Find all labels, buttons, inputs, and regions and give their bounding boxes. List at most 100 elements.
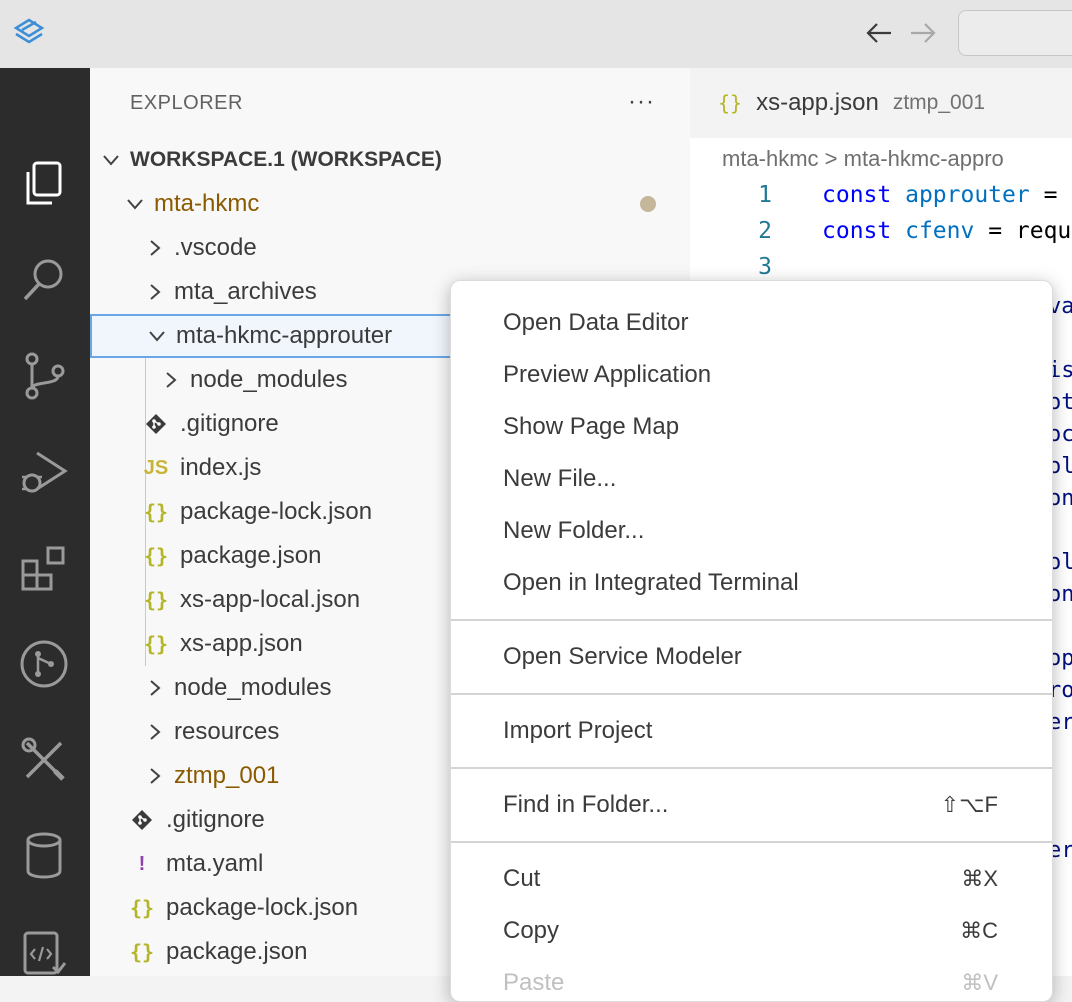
tree-item[interactable]: WORKSPACE.1 (WORKSPACE) <box>90 138 690 182</box>
tree-item-label: WORKSPACE.1 (WORKSPACE) <box>130 148 442 171</box>
tree-item-label: package-lock.json <box>180 498 373 525</box>
tree-item-label: xs-app-local.json <box>180 586 361 613</box>
chevron-right-icon[interactable] <box>144 677 166 699</box>
menu-item-copy[interactable]: Copy ⌘C <box>451 905 1052 957</box>
chevron-down-icon[interactable] <box>146 325 168 347</box>
explorer-title: EXPLORER <box>130 92 243 114</box>
menu-item-shortcut: ⌘V <box>961 970 998 995</box>
menu-item-label: Preview Application <box>503 361 712 388</box>
menu-item-find-in-folder[interactable]: Find in Folder... ⇧⌥F <box>451 779 1052 831</box>
source-control-icon[interactable] <box>14 346 74 406</box>
tree-item-label: node_modules <box>190 366 348 393</box>
tree-item-label: xs-app.json <box>180 630 303 657</box>
menu-item-label: Open Service Modeler <box>503 643 742 670</box>
menu-item-label: Import Project <box>503 717 653 744</box>
chevron-right-icon[interactable] <box>144 237 166 259</box>
more-actions-icon[interactable]: ··· <box>628 88 655 116</box>
tools-icon[interactable] <box>14 730 74 790</box>
tree-item[interactable]: .vscode <box>90 226 690 270</box>
tree-item-label: mta-hkmc <box>154 190 260 217</box>
search-icon[interactable] <box>14 250 74 310</box>
json-file-icon: {} <box>143 544 169 568</box>
chevron-down-icon[interactable] <box>124 193 146 215</box>
menu-item-label: New Folder... <box>503 517 645 544</box>
tree-item[interactable]: mta-hkmc <box>90 182 690 226</box>
explorer-icon[interactable] <box>14 154 74 214</box>
menu-item-shortcut: ⇧⌥F <box>940 792 998 817</box>
menu-item-import-project[interactable]: Import Project <box>451 705 1052 757</box>
json-file-icon: {} <box>129 896 155 920</box>
menu-item-label: Open in Integrated Terminal <box>503 569 799 596</box>
menu-item-new-file[interactable]: New File... <box>451 453 1052 505</box>
command-center-search[interactable] <box>958 10 1072 56</box>
tab-description: ztmp_001 <box>892 91 986 114</box>
activity-bar <box>0 68 90 976</box>
menu-item-open-data-editor[interactable]: Open Data Editor <box>451 297 1052 349</box>
json-file-icon: {} <box>129 940 155 964</box>
menu-item-preview-application[interactable]: Preview Application <box>451 349 1052 401</box>
database-icon[interactable] <box>14 826 74 886</box>
line-number: 3 <box>758 254 772 280</box>
menu-separator <box>451 767 1052 769</box>
menu-item-shortcut: ⌘X <box>961 866 998 891</box>
git-graph-icon[interactable] <box>14 634 74 694</box>
menu-separator <box>451 619 1052 621</box>
menu-item-open-service-modeler[interactable]: Open Service Modeler <box>451 631 1052 683</box>
context-menu: Open Data Editor Preview Application Show … <box>450 280 1053 1002</box>
tree-item-label: package-lock.json <box>166 894 359 921</box>
tree-item-label: mta_archives <box>174 278 317 305</box>
json-file-icon: {} <box>143 588 169 612</box>
tab-xs-app-json[interactable]: {} xs-app.json ztmp_001 <box>690 68 1072 138</box>
git-file-icon <box>144 413 168 435</box>
code-text: const approuter = <box>822 182 1058 208</box>
tree-item-label: index.js <box>180 454 262 481</box>
tree-item-label: package.json <box>180 542 322 569</box>
tree-item-label: .vscode <box>174 234 257 261</box>
tree-item-label: resources <box>174 718 280 745</box>
app-logo-icon <box>12 16 46 50</box>
json-file-icon: {} <box>718 91 743 115</box>
code-page-icon[interactable] <box>14 922 74 982</box>
title-bar <box>0 0 1072 69</box>
json-file-icon: {} <box>143 632 169 656</box>
menu-item-label: Open Data Editor <box>503 309 689 336</box>
extensions-icon[interactable] <box>14 538 74 598</box>
tree-item-label: .gitignore <box>180 410 279 437</box>
menu-item-label: Show Page Map <box>503 413 680 440</box>
tree-item-label: mta-hkmc-approuter <box>176 322 393 349</box>
line-number: 1 <box>758 182 772 208</box>
chevron-right-icon[interactable] <box>160 369 182 391</box>
menu-item-label: Find in Folder... <box>503 791 669 818</box>
chevron-down-icon[interactable] <box>100 149 122 171</box>
line-number: 2 <box>758 218 772 244</box>
menu-separator <box>451 841 1052 843</box>
menu-item-cut[interactable]: Cut ⌘X <box>451 853 1052 905</box>
chevron-right-icon[interactable] <box>144 765 166 787</box>
menu-item-paste[interactable]: Paste ⌘V <box>451 957 1052 1001</box>
menu-item-new-folder[interactable]: New Folder... <box>451 505 1052 557</box>
chevron-right-icon[interactable] <box>144 721 166 743</box>
yaml-file-icon: ! <box>138 852 146 875</box>
back-arrow-icon[interactable] <box>862 18 896 48</box>
run-debug-icon[interactable] <box>14 442 74 502</box>
menu-item-label: Copy <box>503 917 560 944</box>
tree-item-label: mta.yaml <box>166 850 264 877</box>
menu-item-label: New File... <box>503 465 617 492</box>
chevron-right-icon[interactable] <box>144 281 166 303</box>
forward-arrow-icon[interactable] <box>906 18 940 48</box>
git-file-icon <box>130 809 154 831</box>
code-text: const cfenv = requ <box>822 218 1072 244</box>
menu-item-open-in-integrated-terminal[interactable]: Open in Integrated Terminal <box>451 557 1052 609</box>
js-file-icon: JS <box>143 456 169 479</box>
breadcrumb[interactable]: mta-hkmc > mta-hkmc-appro <box>722 146 1004 172</box>
tree-item-label: node_modules <box>174 674 332 701</box>
json-file-icon: {} <box>143 500 169 524</box>
tree-item-label: package.json <box>166 938 308 965</box>
menu-item-shortcut: ⌘C <box>960 918 998 943</box>
tree-item-label: ztmp_001 <box>174 762 280 789</box>
menu-item-label: Cut <box>503 865 541 892</box>
tab-label: xs-app.json <box>756 89 879 116</box>
menu-item-show-page-map[interactable]: Show Page Map <box>451 401 1052 453</box>
tree-item-label: .gitignore <box>166 806 265 833</box>
menu-separator <box>451 693 1052 695</box>
